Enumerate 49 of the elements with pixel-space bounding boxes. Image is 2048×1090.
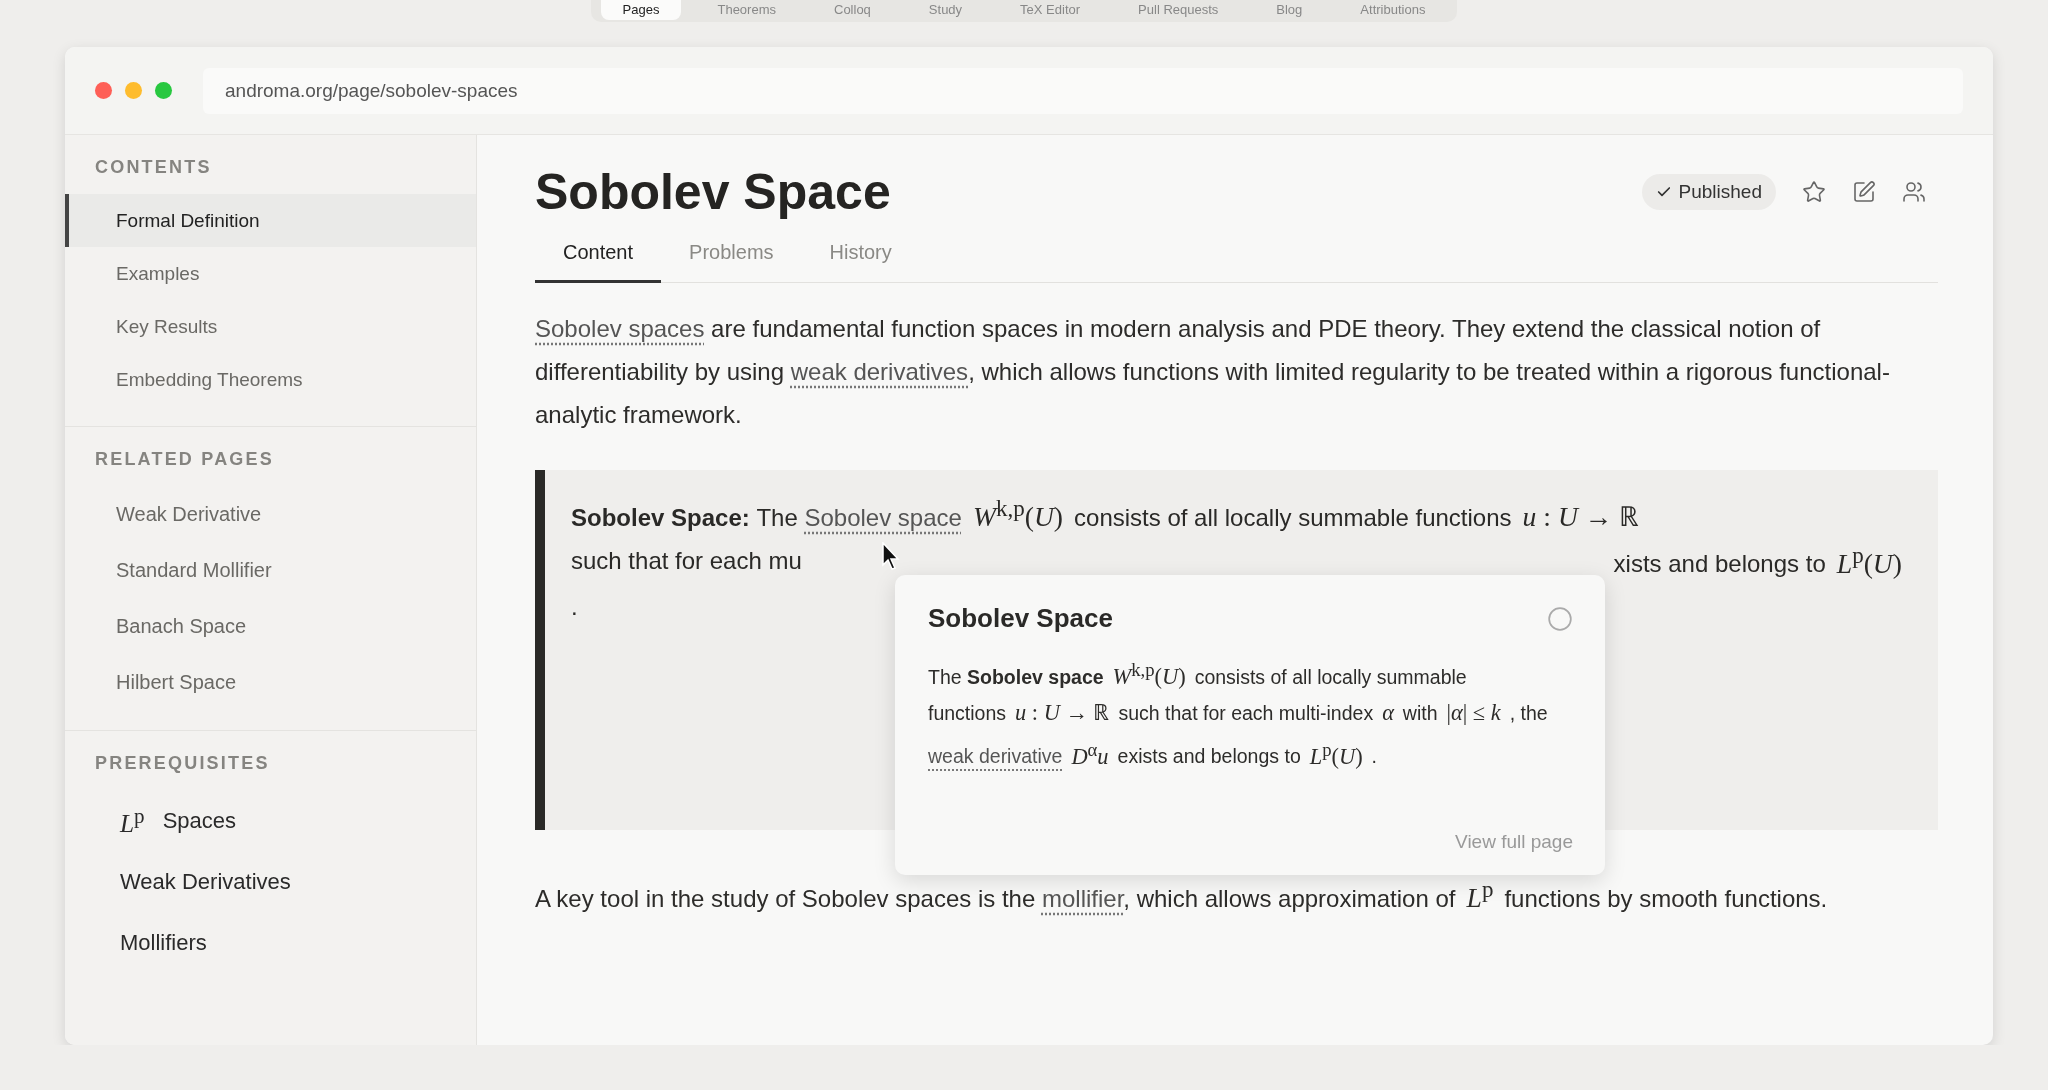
nav-tab[interactable]: Colloq — [812, 0, 893, 20]
sidebar-item[interactable]: Banach Space — [65, 598, 476, 654]
circle-icon[interactable] — [1547, 605, 1573, 632]
page-tab[interactable]: History — [801, 229, 920, 283]
term-link[interactable]: Sobolev space — [804, 504, 962, 532]
sidebar-item[interactable]: Weak Derivative — [65, 486, 476, 542]
nav-tab[interactable]: TeX Editor — [998, 0, 1103, 20]
sidebar-item[interactable]: Mollifiers — [65, 912, 476, 973]
nav-tab[interactable]: Attributions — [1338, 0, 1448, 20]
popover-text: The Sobolev space W$^{k,p}$(U) consists of all locally summable functions u : U → ℝ such that for each multi-index α with |α| ≤ k , the weak derivative D$^{α}$u exists and belongs to L$^{p}$(U) . — [928, 658, 1549, 771]
term-link[interactable]: weak derivatives — [790, 358, 969, 385]
users-icon[interactable] — [1902, 180, 1926, 204]
definition-text: . — [571, 593, 578, 621]
sidebar-item[interactable]: Examples — [65, 247, 476, 300]
nav-tab[interactable]: Theorems — [695, 0, 798, 20]
section-heading: CONTENTS — [94, 157, 213, 178]
nav-tab[interactable]: Blog — [1254, 0, 1325, 20]
address-bar[interactable]: androma.org/page/sobolev-spaces — [203, 67, 1963, 114]
term-link[interactable]: Sobolev spaces — [535, 315, 705, 342]
page-title: Sobolev Space — [535, 163, 891, 221]
section-heading: PREREQUISITES — [94, 753, 271, 774]
minimize-button[interactable] — [125, 82, 142, 99]
nav-tab[interactable]: Pages — [600, 0, 682, 20]
term-link[interactable]: weak derivative — [928, 745, 1063, 768]
close-button[interactable] — [95, 82, 112, 99]
definition-text: xists and belongs to L$^{p}$(U) — [1613, 542, 1903, 580]
edit-icon[interactable] — [1852, 180, 1876, 204]
section-heading: RELATED PAGES — [94, 449, 275, 470]
sidebar-item[interactable]: Weak Derivatives — [65, 851, 476, 912]
sidebar-item[interactable]: Standard Mollifier — [65, 542, 476, 598]
page-tab[interactable]: Problems — [661, 229, 802, 283]
cursor-icon — [882, 542, 902, 572]
sidebar-item[interactable]: Hilbert Space — [65, 654, 476, 710]
term-link[interactable]: mollifier — [1041, 885, 1124, 913]
definition-text: such that for each mu — [571, 547, 802, 575]
zoom-button[interactable] — [155, 82, 172, 99]
intro-paragraph: Sobolev spaces are fundamental function spaces in modern analysis and PDE theory. They extend the classical notion of differentiability by using weak derivatives, which allows functions with limited regularity to be treated within a rigorous functional-analytic framework. — [535, 314, 1891, 430]
nav-tab[interactable]: Study — [906, 0, 985, 20]
sidebar-item[interactable]: Embedding Theorems — [65, 353, 476, 406]
status-badge: Published — [1641, 174, 1776, 210]
star-icon[interactable] — [1802, 180, 1826, 204]
popover-title: Sobolev Space — [928, 603, 1113, 634]
sidebar-item[interactable]: Formal Definition — [65, 194, 476, 247]
page-tab[interactable]: Content — [535, 229, 662, 283]
nav-tab[interactable]: Pull Requests — [1116, 0, 1241, 20]
sidebar-item[interactable]: L$^{p}$ Spaces — [65, 790, 476, 851]
view-full-page-link[interactable]: View full page — [1455, 831, 1573, 853]
definition-text: Sobolev Space: The Sobolev space W$^{k,p}$(U) consists of all locally summable functions u : U → ℝ — [571, 495, 1641, 535]
sidebar-item[interactable]: Key Results — [65, 300, 476, 353]
